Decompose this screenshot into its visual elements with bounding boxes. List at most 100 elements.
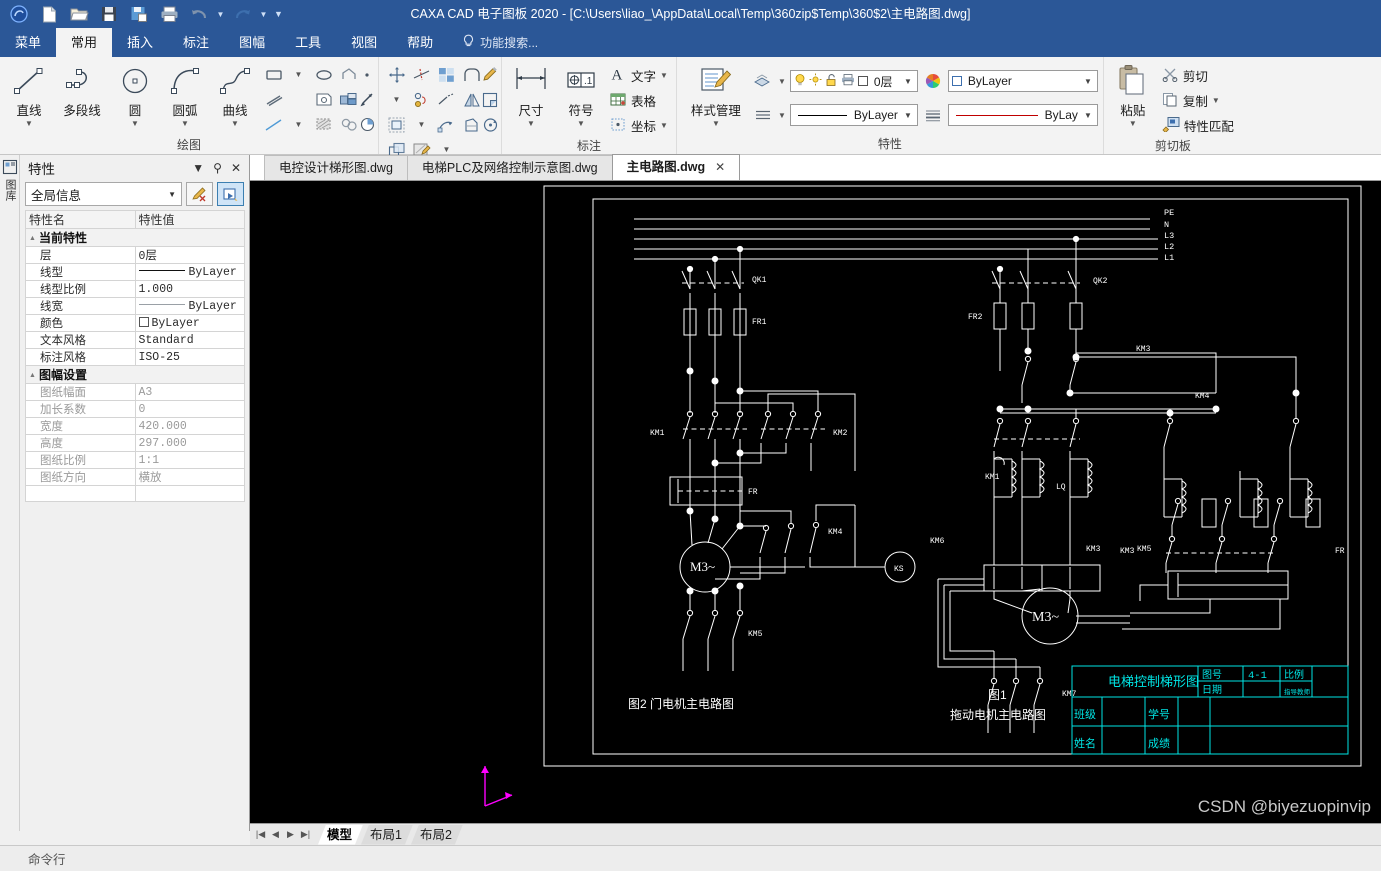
print-layer-icon[interactable] — [841, 73, 855, 89]
draw-spline-button[interactable]: 曲线 ▼ — [211, 60, 259, 128]
lineweight-icon[interactable] — [922, 104, 944, 126]
command-line-bar[interactable]: 命令行 — [0, 845, 1381, 871]
library-panel-label[interactable]: 图库 — [2, 179, 18, 201]
close-icon[interactable]: ✕ — [715, 155, 725, 180]
chevron-down-icon[interactable]: ▼ — [901, 77, 915, 86]
chevron-down-icon[interactable]: ▼ — [660, 71, 668, 80]
layer-combo[interactable]: 0层 ▼ — [789, 70, 918, 92]
color-combo[interactable]: ByLayer ▼ — [947, 70, 1098, 92]
modify-dropdown-3[interactable]: ▼ — [443, 145, 451, 154]
prop-value-linetype-scale[interactable]: 1.000 — [134, 280, 245, 298]
modify-dropdown-1[interactable]: ▼ — [393, 95, 401, 104]
symbol-button[interactable]: .1 符号 ▼ — [557, 60, 605, 128]
construction-line-dropdown[interactable]: ▼ — [295, 120, 303, 129]
chevron-down-icon[interactable]: ▼ — [168, 190, 181, 199]
layer-manager-icon[interactable] — [752, 70, 774, 92]
last-page-icon[interactable]: ▶| — [299, 826, 312, 844]
chevron-down-icon[interactable]: ▼ — [577, 120, 585, 128]
sun-icon[interactable] — [809, 73, 822, 89]
document-tab-3[interactable]: 主电路图.dwg ✕ — [611, 154, 741, 180]
table-row[interactable]: 线型 ByLayer — [25, 263, 245, 281]
clear-selection-button[interactable] — [186, 182, 213, 206]
draw-line-button[interactable]: 直线 ▼ — [5, 60, 53, 128]
chevron-down-icon[interactable]: ▼ — [25, 120, 33, 128]
prop-value-layer[interactable]: 0层 — [134, 246, 245, 264]
properties-filter-select[interactable]: 全局信息 ▼ — [25, 182, 182, 206]
chevron-down-icon[interactable]: ▼ — [1129, 120, 1137, 128]
select-similar-button[interactable] — [217, 182, 244, 206]
cad-canvas[interactable]: PE N L3 L2 L1 QK1 FR1 KM1 KM2 FR M3~ KM4… — [250, 181, 1381, 823]
ribbon-tab-help[interactable]: 帮助 — [392, 28, 448, 57]
layer-color-swatch[interactable] — [857, 76, 868, 86]
chevron-down-icon[interactable]: ▼ — [712, 120, 720, 128]
layout-tab-layout1[interactable]: 布局1 — [361, 825, 413, 845]
extend-icon[interactable] — [436, 89, 458, 111]
chevron-down-icon[interactable]: ▼ — [231, 120, 239, 128]
linetype-manager-icon[interactable] — [752, 104, 774, 126]
point-icon[interactable] — [356, 64, 378, 86]
chevron-down-icon[interactable]: ▼ — [1081, 111, 1095, 120]
section-current-properties[interactable]: ▲ 当前特性 — [25, 228, 245, 247]
table-row[interactable]: 加长系数 0 — [25, 400, 245, 418]
table-button[interactable]: 表格 — [607, 88, 671, 113]
pin-icon[interactable]: ⚲ — [213, 161, 222, 175]
table-row[interactable]: 图纸方向 横放 — [25, 468, 245, 486]
rectangle-dropdown[interactable]: ▼ — [295, 70, 303, 79]
linetype-combo[interactable]: ByLayer ▼ — [789, 104, 918, 126]
text-button[interactable]: A 文字 ▼ — [607, 63, 671, 88]
table-row[interactable]: 标注风格 ISO-25 — [25, 348, 245, 366]
prop-value-lineweight[interactable]: ByLayer — [134, 297, 245, 315]
match-properties-button[interactable]: 特性匹配 — [1159, 113, 1237, 138]
first-page-icon[interactable]: |◀ — [254, 826, 267, 844]
chevron-down-icon[interactable]: ▼ — [660, 121, 668, 130]
table-row[interactable]: 颜色 ByLayer — [25, 314, 245, 332]
rotate-icon[interactable] — [479, 114, 501, 136]
copy-move-icon[interactable] — [411, 89, 433, 111]
color-wheel-icon[interactable] — [922, 70, 944, 92]
chevron-down-icon[interactable]: ▼ — [1081, 77, 1095, 86]
modify-dropdown-2[interactable]: ▼ — [418, 120, 426, 129]
function-search[interactable]: 功能搜索... — [462, 28, 538, 57]
centerline-icon[interactable] — [263, 89, 285, 111]
document-tab-1[interactable]: 电控设计梯形图.dwg — [264, 155, 408, 180]
section-sheet-settings[interactable]: ▲ 图幅设置 — [25, 365, 245, 384]
draw-arc-button[interactable]: 圆弧 ▼ — [161, 60, 209, 128]
ribbon-tab-menu[interactable]: 菜单 — [0, 28, 56, 57]
offset-icon[interactable] — [386, 114, 408, 136]
stretch-icon[interactable] — [436, 114, 458, 136]
array-icon[interactable] — [436, 64, 458, 86]
table-row[interactable]: 宽度 420.000 — [25, 417, 245, 435]
ribbon-tab-annotation[interactable]: 标注 — [168, 28, 224, 57]
close-icon[interactable]: ✕ — [231, 161, 241, 175]
prop-value-color[interactable]: ByLayer — [134, 314, 245, 332]
table-row[interactable]: 线型比例 1.000 — [25, 280, 245, 298]
prev-page-icon[interactable]: ◀ — [269, 826, 282, 844]
table-row[interactable]: 高度 297.000 — [25, 434, 245, 452]
cut-button[interactable]: 剪切 — [1159, 63, 1237, 88]
layout-tab-layout2[interactable]: 布局2 — [411, 825, 463, 845]
coordinate-button[interactable]: 坐标 ▼ — [607, 113, 671, 138]
ribbon-tab-insert[interactable]: 插入 — [112, 28, 168, 57]
lineweight-combo[interactable]: ByLay ▼ — [947, 104, 1098, 126]
ribbon-tab-view[interactable]: 视图 — [336, 28, 392, 57]
table-row[interactable]: 层 0层 — [25, 246, 245, 264]
chamfer-icon[interactable] — [479, 89, 501, 111]
chevron-down-icon[interactable]: ▼ — [192, 161, 204, 175]
table-row[interactable]: 图纸比例 1:1 — [25, 451, 245, 469]
ribbon-tab-home[interactable]: 常用 — [56, 28, 113, 57]
style-manager-button[interactable]: 样式管理 ▼ — [682, 60, 750, 128]
copy-button[interactable]: 复制 ▼ — [1159, 88, 1237, 113]
draw-circle-button[interactable]: 圆 ▼ — [111, 60, 159, 128]
chevron-down-icon[interactable]: ▼ — [1212, 96, 1220, 105]
ellipse-icon[interactable] — [313, 64, 335, 86]
paste-button[interactable]: 粘贴 ▼ — [1109, 60, 1157, 128]
table-row[interactable]: 文本风格 Standard — [25, 331, 245, 349]
hatch-icon[interactable] — [313, 114, 335, 136]
arrow-icon[interactable] — [356, 89, 378, 111]
dimension-button[interactable]: 尺寸 ▼ — [507, 60, 555, 128]
move-icon[interactable] — [386, 64, 408, 86]
construction-line-icon[interactable] — [263, 114, 285, 136]
image-icon[interactable] — [313, 89, 335, 111]
unlock-icon[interactable] — [825, 73, 838, 90]
document-tab-2[interactable]: 电梯PLC及网络控制示意图.dwg — [406, 155, 613, 180]
